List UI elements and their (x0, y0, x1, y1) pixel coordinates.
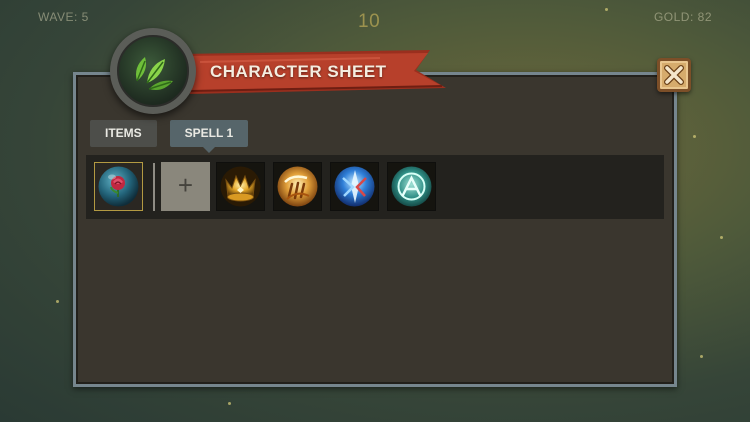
background-speck (720, 236, 723, 239)
golden-crown-spell-icon (220, 166, 261, 207)
background-speck (605, 8, 608, 11)
golden-claw-spell-icon (277, 166, 318, 207)
background-speck (228, 402, 231, 405)
rose-orb-icon (98, 166, 139, 207)
dialog-title: CHARACTER SHEET (210, 62, 387, 81)
background-speck (700, 355, 703, 358)
teal-rune-spell-icon (391, 166, 432, 207)
tab-spell-1[interactable]: SPELL 1 (169, 120, 249, 153)
slot-bar: + (86, 155, 664, 219)
ice-blade-spell-icon (334, 166, 375, 207)
close-button[interactable] (657, 58, 691, 92)
tab-bar: ITEMS SPELL 1 (90, 120, 249, 153)
tab-items[interactable]: ITEMS (90, 120, 157, 147)
leaves-icon (117, 35, 189, 107)
spell-slot[interactable] (330, 162, 379, 211)
gold-counter: GOLD: 82 (653, 10, 712, 24)
add-spell-button[interactable]: + (161, 162, 210, 211)
close-icon (664, 65, 684, 85)
emblem (110, 28, 196, 114)
background-speck (56, 300, 59, 303)
wave-counter: WAVE: 5 (38, 10, 89, 24)
spell-slot[interactable] (216, 162, 265, 211)
item-slot[interactable] (94, 162, 143, 211)
center-counter: 10 (358, 11, 381, 32)
spell-slot[interactable] (273, 162, 322, 211)
character-sheet-panel: ITEMS SPELL 1 + (73, 72, 677, 387)
spell-slot[interactable] (387, 162, 436, 211)
background-speck (693, 135, 696, 138)
slot-divider (153, 163, 155, 211)
